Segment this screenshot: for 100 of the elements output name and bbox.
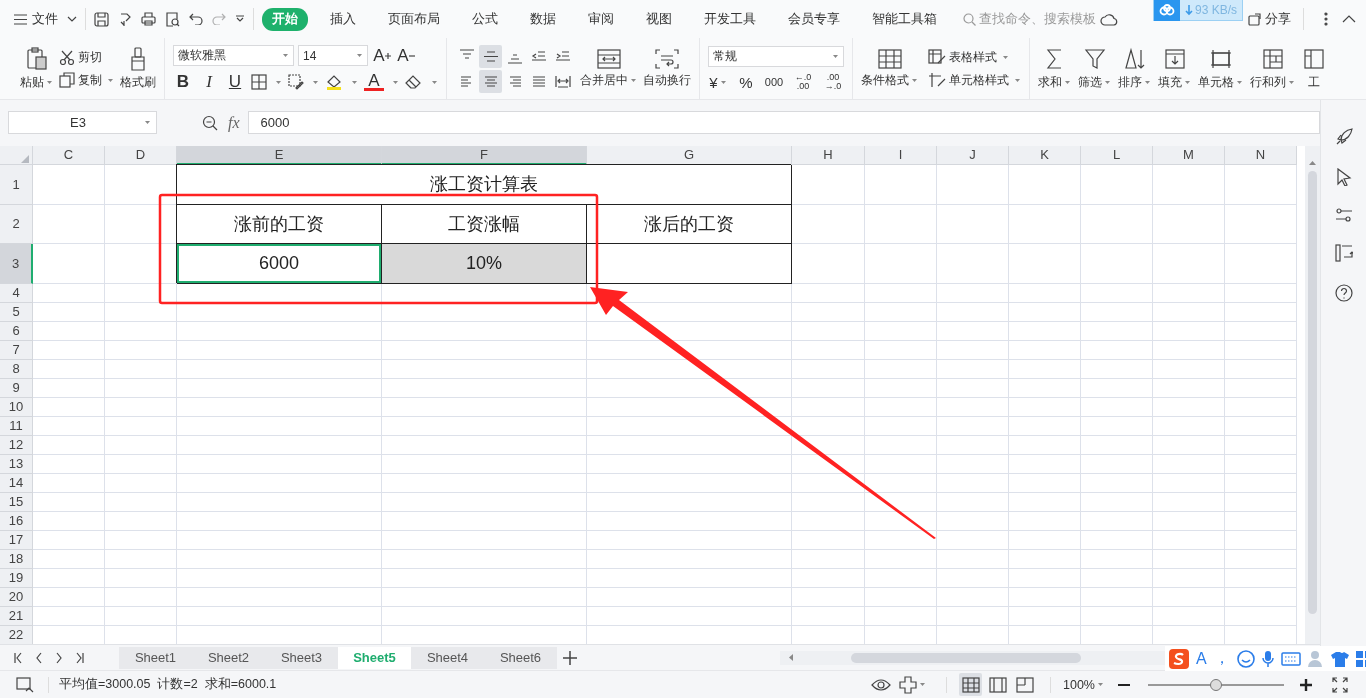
shrink-font-button[interactable]: A	[396, 45, 416, 66]
table-cell	[33, 340, 105, 360]
column-header[interactable]: C	[33, 145, 105, 165]
merge-center-button[interactable]: 合并居中	[580, 48, 637, 89]
cut-button[interactable]: 剪切	[59, 48, 114, 66]
fx-label[interactable]: fx	[228, 113, 240, 132]
table-cell	[1153, 340, 1225, 360]
normal-view-button[interactable]	[959, 673, 982, 696]
file-menu[interactable]: 文件	[14, 10, 77, 28]
ribbon-tab[interactable]: 会员专享	[778, 7, 850, 31]
sheet-tab[interactable]: Sheet1	[119, 646, 192, 669]
ribbon-tab[interactable]: 审阅	[578, 7, 624, 31]
table-cell	[33, 283, 105, 303]
table-cell	[105, 321, 177, 341]
table-style-button[interactable]: 表格样式	[928, 48, 1021, 66]
column-header[interactable]: I	[865, 145, 937, 165]
table-cell	[937, 378, 1009, 398]
currency-button[interactable]: ¥	[708, 73, 728, 91]
sheet-tab[interactable]: Sheet6	[484, 646, 557, 669]
previous-icon	[36, 651, 42, 664]
row-header[interactable]: 2	[0, 204, 33, 244]
thousands-button[interactable]: 000	[764, 76, 784, 88]
ribbon-tab[interactable]: 插入	[320, 7, 366, 31]
status-stat: 平均值=3000.05	[59, 676, 151, 693]
column-header[interactable]: J	[937, 145, 1009, 165]
ribbon-tab[interactable]: 视图	[636, 7, 682, 31]
column-header[interactable]: H	[792, 145, 865, 165]
fill-icon	[1162, 46, 1187, 71]
sum-button[interactable]: 求和	[1038, 46, 1071, 91]
caret-icon	[282, 53, 289, 58]
column-header[interactable]: F	[382, 145, 587, 165]
sheet-tab[interactable]: Sheet2	[192, 646, 265, 669]
share-icon	[1248, 12, 1261, 26]
ribbon-tab[interactable]: 数据	[520, 7, 566, 31]
table-cell	[33, 587, 105, 607]
share-button[interactable]: 分享	[1248, 10, 1291, 28]
sheet-tab[interactable]: Sheet4	[411, 646, 484, 669]
worksheet-button[interactable]: 工	[1302, 46, 1326, 91]
filter-button[interactable]: 筛选	[1078, 46, 1111, 91]
cell-style-button[interactable]: 单元格样式	[928, 71, 1021, 89]
punctuation-mode[interactable]: ，	[1213, 648, 1230, 670]
ribbon-tab[interactable]: 公式	[462, 7, 508, 31]
table-cell	[105, 492, 177, 512]
cell-button[interactable]: 单元格	[1198, 46, 1243, 91]
paste-button[interactable]: 粘贴	[20, 46, 53, 91]
table-cell	[1153, 397, 1225, 417]
select-all-corner[interactable]	[0, 145, 33, 165]
table-cell	[1081, 435, 1153, 455]
sort-button[interactable]: 排序	[1118, 46, 1151, 91]
decrease-decimal-button[interactable]: .00 →.0	[822, 73, 844, 91]
grow-font-button[interactable]: A	[372, 45, 392, 66]
table-cell	[1081, 204, 1153, 244]
column-header[interactable]: L	[1081, 145, 1153, 165]
percent-button[interactable]: %	[736, 73, 756, 91]
add-sheet-button[interactable]	[563, 650, 577, 665]
column-header[interactable]: K	[1009, 145, 1081, 165]
italic-button[interactable]: I	[199, 72, 219, 92]
ribbon-tab[interactable]: 页面布局	[378, 7, 450, 31]
zoom-level[interactable]: 100%	[1063, 677, 1104, 692]
input-mode[interactable]: A	[1196, 649, 1207, 668]
table-cell	[1009, 511, 1081, 531]
ribbon-tab[interactable]: 开发工具	[694, 7, 766, 31]
fill-button[interactable]: 填充	[1158, 46, 1191, 91]
ribbon-tab[interactable]: 智能工具箱	[862, 7, 947, 31]
table-cell	[33, 321, 105, 341]
table-cell	[1081, 397, 1153, 417]
font-color-button[interactable]: A	[364, 73, 384, 91]
table-cell	[1081, 302, 1153, 322]
wrap-text-button[interactable]: 自动换行	[643, 48, 691, 89]
name-box[interactable]: E3	[8, 111, 157, 135]
font-name-field[interactable]: 微软雅黑	[173, 45, 294, 66]
column-header[interactable]: D	[105, 145, 177, 165]
column-header[interactable]: N	[1225, 145, 1297, 165]
table-cell: 涨前的工资	[177, 204, 382, 244]
increase-decimal-button[interactable]: ←.0 .00	[792, 73, 814, 91]
underline-button[interactable]: U	[225, 72, 245, 92]
column-header[interactable]: E	[177, 145, 382, 165]
vertical-scrollbar[interactable]	[1305, 145, 1320, 645]
row-header[interactable]: 1	[0, 164, 33, 205]
formula-field[interactable]: 6000	[247, 111, 1320, 135]
table-cell	[937, 587, 1009, 607]
table-cell: 涨后的工资	[587, 204, 792, 244]
table-cell	[1081, 530, 1153, 550]
cell-style-icon	[928, 72, 946, 88]
transform-icon	[1334, 244, 1353, 262]
row-header[interactable]: 3	[0, 243, 33, 284]
column-header[interactable]: M	[1153, 145, 1225, 165]
column-header[interactable]: G	[587, 145, 792, 165]
rows-columns-button[interactable]: 行和列	[1250, 46, 1295, 91]
table-cell	[33, 416, 105, 436]
format-painter-button[interactable]: 格式刷	[120, 46, 156, 91]
table-cell	[1081, 416, 1153, 436]
conditional-format-button[interactable]: 条件格式	[861, 48, 918, 89]
bold-button[interactable]: B	[173, 72, 193, 92]
number-format-field[interactable]: 常规	[708, 46, 844, 67]
table-cell	[1081, 568, 1153, 588]
font-size-field[interactable]: 14	[298, 45, 368, 66]
align-middle-button[interactable]	[479, 44, 502, 68]
sheet-tab[interactable]: Sheet3	[265, 646, 338, 669]
copy-button[interactable]: 复制	[59, 71, 114, 89]
